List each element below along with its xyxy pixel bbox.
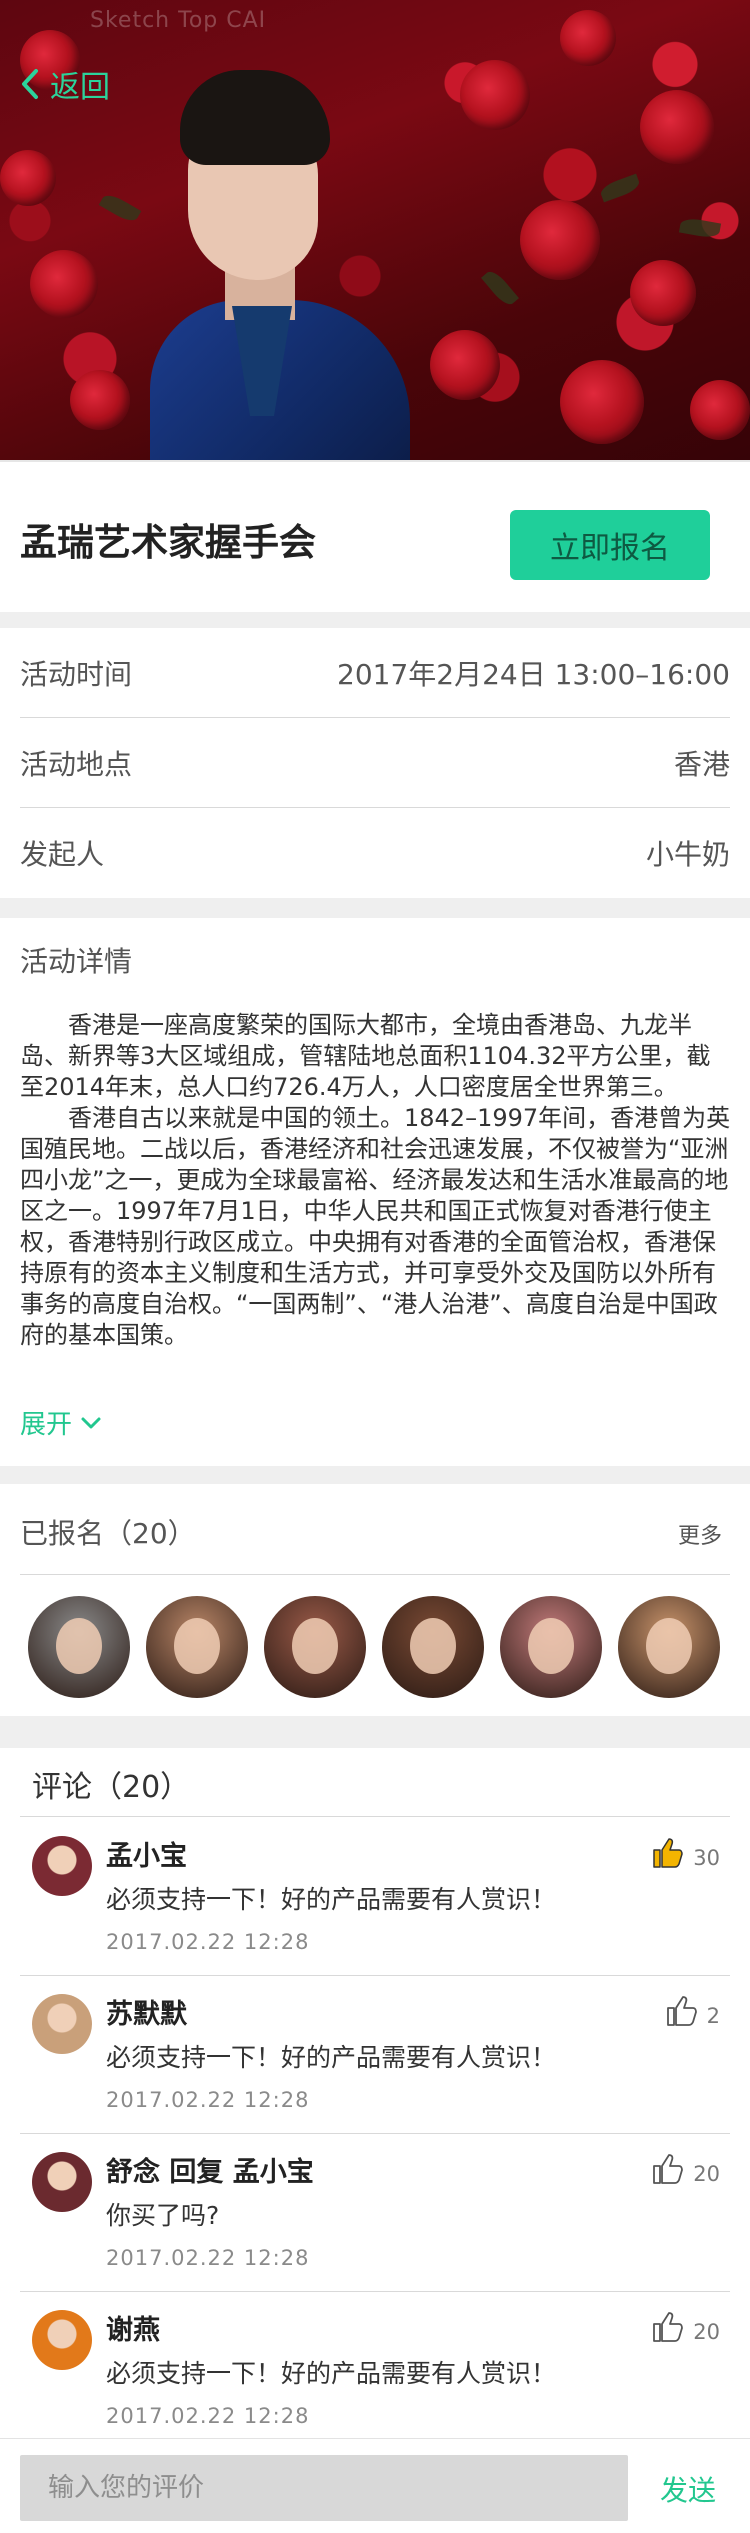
send-button[interactable]: 发送 (660, 2469, 716, 2509)
comment-text: 必须支持一下！好的产品需要有人赏识！ (106, 1885, 557, 1914)
like-count: 2 (706, 2004, 720, 2028)
comment-input[interactable] (20, 2455, 628, 2521)
event-artist-photo (150, 70, 430, 460)
divider (0, 1466, 750, 1484)
comment-item: 孟小宝 必须支持一下！好的产品需要有人赏识！ 2017.02.22 12:28 … (20, 1818, 730, 1976)
details-text: 香港是一座高度繁荣的国际大都市，全境由香港岛、九龙半岛、新界等3大区域组成，管辖… (20, 1010, 732, 1351)
info-value: 2017年2月24日 13:00–16:00 (337, 657, 730, 691)
info-value: 香港 (673, 747, 730, 781)
more-link[interactable]: 更多 (678, 1518, 722, 1550)
info-value: 小牛奶 (645, 838, 730, 871)
comment-text: 必须支持一下！好的产品需要有人赏识！ (106, 2043, 557, 2072)
details-heading: 活动详情 (20, 945, 133, 978)
details-paragraph: 香港是一座高度繁荣的国际大都市，全境由香港岛、九龙半岛、新界等3大区域组成，管辖… (20, 1011, 711, 1101)
attendee-avatar[interactable] (28, 1596, 130, 1698)
comment-time: 2017.02.22 12:28 (106, 1930, 310, 1954)
info-label: 活动时间 (20, 657, 133, 691)
event-details: 活动详情 香港是一座高度繁荣的国际大都市，全境由香港岛、九龙半岛、新界等3大区域… (0, 918, 750, 1466)
status-text: Sketch Top CAI (90, 8, 267, 33)
like-button[interactable]: 20 (651, 2152, 720, 2186)
avatar[interactable] (32, 1994, 92, 2054)
info-label: 活动地点 (20, 747, 133, 781)
attendee-avatar[interactable] (382, 1596, 484, 1698)
signed-up-title: 已报名（20） (20, 1517, 196, 1550)
comment-text: 你买了吗? (106, 2201, 220, 2230)
page-title: 孟瑞艺术家握手会 (20, 521, 316, 564)
thumbs-up-icon (666, 1996, 697, 2026)
comment-author: 舒念 回复 孟小宝 (106, 2157, 314, 2188)
like-button[interactable]: 30 (651, 1836, 720, 1870)
attendee-avatar[interactable] (618, 1596, 720, 1698)
signed-up-section: 已报名（20） 更多 (0, 1484, 750, 1716)
comment-author: 孟小宝 (106, 1841, 187, 1872)
comments-title: 评论（20） (32, 1770, 191, 1805)
like-count: 20 (693, 2320, 720, 2344)
comment-time: 2017.02.22 12:28 (106, 2246, 310, 2270)
event-info: 活动时间 2017年2月24日 13:00–16:00 活动地点 香港 发起人 … (0, 628, 750, 898)
comment-item: 舒念 回复 孟小宝 你买了吗? 2017.02.22 12:28 20 (20, 2134, 730, 2292)
signup-button[interactable]: 立即报名 (510, 510, 710, 580)
thumbs-up-icon (653, 1838, 684, 1868)
info-label: 发起人 (20, 838, 105, 871)
like-button[interactable]: 2 (665, 1994, 720, 2028)
details-paragraph: 香港自古以来就是中国的领土。1842–1997年间，香港曾为英国殖民地。二战以后… (20, 1104, 731, 1349)
thumbs-up-icon (653, 2154, 684, 2184)
chevron-down-icon (81, 1417, 101, 1428)
avatar[interactable] (32, 2310, 92, 2370)
divider (0, 612, 750, 628)
back-label: 返回 (50, 70, 110, 105)
like-count: 30 (693, 1846, 720, 1870)
back-button[interactable]: 返回 (18, 62, 110, 106)
attendee-avatar[interactable] (264, 1596, 366, 1698)
divider (0, 1716, 750, 1748)
comment-time: 2017.02.22 12:28 (106, 2088, 310, 2112)
attendee-avatar[interactable] (146, 1596, 248, 1698)
info-row-location: 活动地点 香港 (20, 718, 730, 808)
expand-label: 展开 (20, 1410, 73, 1440)
avatar[interactable] (32, 1836, 92, 1896)
comment-input-bar: 发送 (0, 2438, 750, 2533)
comment-time: 2017.02.22 12:28 (106, 2404, 310, 2428)
thumbs-up-icon (653, 2312, 684, 2342)
info-row-organizer: 发起人 小牛奶 (20, 808, 730, 898)
like-count: 20 (693, 2162, 720, 2186)
attendee-avatars (28, 1596, 736, 1698)
event-title-bar: 孟瑞艺术家握手会 立即报名 (0, 460, 750, 612)
comments-section: 评论（20） 孟小宝 必须支持一下！好的产品需要有人赏识！ 2017.02.22… (0, 1748, 750, 2438)
divider (0, 898, 750, 918)
info-row-time: 活动时间 2017年2月24日 13:00–16:00 (20, 628, 730, 718)
attendee-avatar[interactable] (500, 1596, 602, 1698)
hero-image: Sketch Top CAI 返回 (0, 0, 750, 460)
comment-item: 苏默默 必须支持一下！好的产品需要有人赏识！ 2017.02.22 12:28 … (20, 1976, 730, 2134)
comment-text: 必须支持一下！好的产品需要有人赏识！ (106, 2359, 557, 2388)
comment-author: 谢燕 (106, 2315, 160, 2346)
chevron-left-icon (22, 69, 38, 99)
like-button[interactable]: 20 (651, 2310, 720, 2344)
comment-author: 苏默默 (106, 1999, 187, 2030)
avatar[interactable] (32, 2152, 92, 2212)
expand-button[interactable]: 展开 (20, 1404, 102, 1441)
comment-item: 谢燕 必须支持一下！好的产品需要有人赏识！ 2017.02.22 12:28 2… (20, 2292, 730, 2450)
